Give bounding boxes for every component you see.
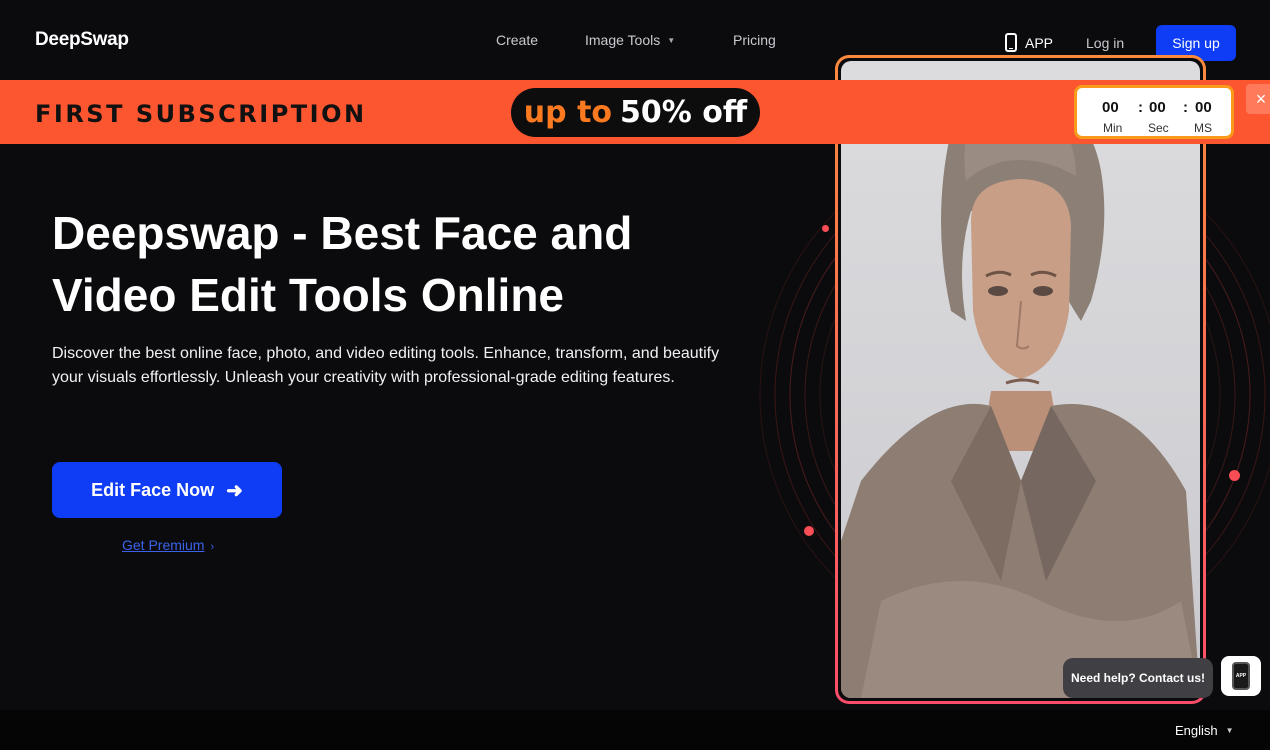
nav-create[interactable]: Create bbox=[496, 32, 538, 48]
cta-label: Edit Face Now bbox=[91, 479, 215, 500]
promo-banner[interactable]: FIRST SUBSCRIPTION up to 50% off 00 : 00… bbox=[0, 80, 1270, 144]
app-download-link[interactable]: APP bbox=[1005, 33, 1053, 52]
showcase-photo bbox=[841, 61, 1200, 698]
offer-value: 50% off bbox=[620, 95, 748, 130]
decor-dot bbox=[822, 225, 829, 232]
premium-label: Get Premium bbox=[122, 537, 205, 553]
countdown-ms-label: MS bbox=[1194, 121, 1212, 135]
app-label: APP bbox=[1025, 34, 1054, 51]
countdown-min-label: Min bbox=[1103, 121, 1123, 135]
nav-image-tools[interactable]: Image Tools ▼ bbox=[585, 32, 675, 48]
arrow-right-icon: ➜ bbox=[226, 479, 243, 502]
hero-title: Deepswap - Best Face and Video Edit Tool… bbox=[52, 202, 732, 326]
offer-pill[interactable]: up to 50% off bbox=[511, 88, 760, 137]
language-selector[interactable]: English ▼ bbox=[1175, 723, 1234, 738]
hero-title-line2: Video Edit Tools Online bbox=[52, 269, 564, 321]
footer-bar: English ▼ bbox=[0, 710, 1270, 750]
countdown-separator: : bbox=[1138, 99, 1143, 116]
countdown-timer: 00 : 00 : 00 Min Sec MS bbox=[1074, 85, 1234, 139]
countdown-ms: 00 bbox=[1195, 99, 1212, 116]
language-label: English bbox=[1175, 723, 1218, 738]
chevron-right-icon: › bbox=[210, 541, 215, 553]
get-premium-link[interactable]: Get Premium › bbox=[122, 537, 214, 553]
edit-face-now-button[interactable]: Edit Face Now ➜ bbox=[52, 462, 282, 518]
hero-title-line1: Deepswap - Best Face and bbox=[52, 207, 633, 259]
deepswap-logo[interactable]: DeepSwap bbox=[35, 29, 129, 51]
countdown-separator: : bbox=[1183, 99, 1188, 116]
caret-down-icon: ▼ bbox=[1225, 726, 1234, 735]
phone-icon bbox=[1005, 33, 1017, 52]
banner-title: FIRST SUBSCRIPTION bbox=[35, 100, 367, 128]
person-in-towel-illustration bbox=[841, 95, 1200, 698]
caret-down-icon: ▼ bbox=[667, 36, 676, 45]
decor-dot bbox=[804, 526, 814, 536]
countdown-sec-label: Sec bbox=[1148, 121, 1169, 135]
nav-image-tools-label: Image Tools bbox=[585, 32, 661, 48]
app-widget-button[interactable]: APP bbox=[1221, 656, 1261, 696]
login-link[interactable]: Log in bbox=[1086, 35, 1124, 51]
app-phone-icon: APP bbox=[1232, 662, 1250, 690]
close-icon[interactable]: × bbox=[1246, 84, 1270, 114]
hero-description: Discover the best online face, photo, an… bbox=[52, 345, 720, 386]
offer-prefix: up to bbox=[523, 95, 613, 130]
countdown-sec: 00 bbox=[1149, 99, 1166, 116]
showcase-frame bbox=[835, 55, 1206, 704]
nav-pricing[interactable]: Pricing bbox=[733, 32, 776, 48]
countdown-min: 00 bbox=[1102, 99, 1119, 116]
contact-help-button[interactable]: Need help? Contact us! bbox=[1063, 658, 1213, 698]
decor-dot bbox=[1229, 470, 1240, 481]
